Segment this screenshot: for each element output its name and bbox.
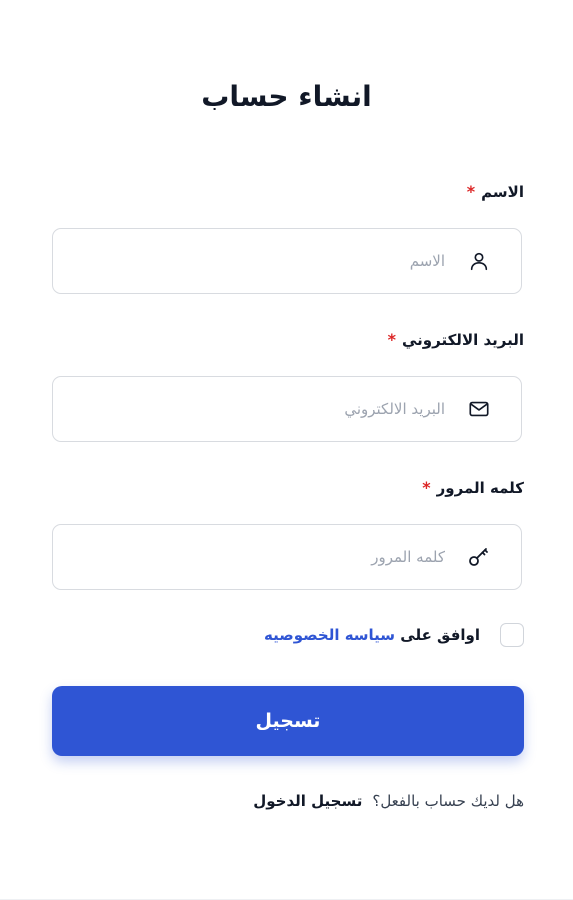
login-question: هل لديك حساب بالفعل؟ bbox=[372, 792, 524, 810]
name-label: الاسم * bbox=[467, 182, 524, 201]
signup-page: انشاء حساب الاسم * البريد الالكتروني * ك… bbox=[0, 0, 573, 900]
email-label: البريد الالكتروني * bbox=[388, 330, 524, 349]
login-link[interactable]: تسجيل الدخول bbox=[253, 792, 362, 810]
agree-label: اوافق على سياسه الخصوصيه bbox=[264, 626, 480, 644]
login-prompt: هل لديك حساب بالفعل؟ تسجيل الدخول bbox=[253, 792, 524, 810]
required-star: * bbox=[466, 182, 476, 201]
password-label: كلمه المرور * bbox=[422, 478, 524, 497]
password-input[interactable] bbox=[53, 537, 445, 577]
user-icon bbox=[467, 249, 491, 273]
key-icon bbox=[467, 545, 491, 569]
register-button[interactable]: تسجيل bbox=[52, 686, 524, 756]
email-input[interactable] bbox=[53, 389, 445, 429]
required-star: * bbox=[387, 330, 396, 349]
mail-icon bbox=[467, 397, 491, 421]
password-field[interactable] bbox=[52, 524, 522, 590]
password-label-text: كلمه المرور bbox=[436, 478, 524, 497]
name-field[interactable] bbox=[52, 228, 522, 294]
privacy-checkbox[interactable] bbox=[500, 623, 524, 647]
name-input[interactable] bbox=[53, 241, 445, 281]
privacy-agreement: اوافق على سياسه الخصوصيه bbox=[264, 623, 524, 647]
privacy-policy-link[interactable]: سياسه الخصوصيه bbox=[264, 626, 395, 644]
page-title: انشاء حساب bbox=[201, 80, 372, 113]
email-label-text: البريد الالكتروني bbox=[402, 330, 524, 349]
agree-text: اوافق على bbox=[400, 626, 480, 644]
required-star: * bbox=[422, 478, 431, 497]
name-label-text: الاسم bbox=[481, 182, 524, 201]
email-field[interactable] bbox=[52, 376, 522, 442]
